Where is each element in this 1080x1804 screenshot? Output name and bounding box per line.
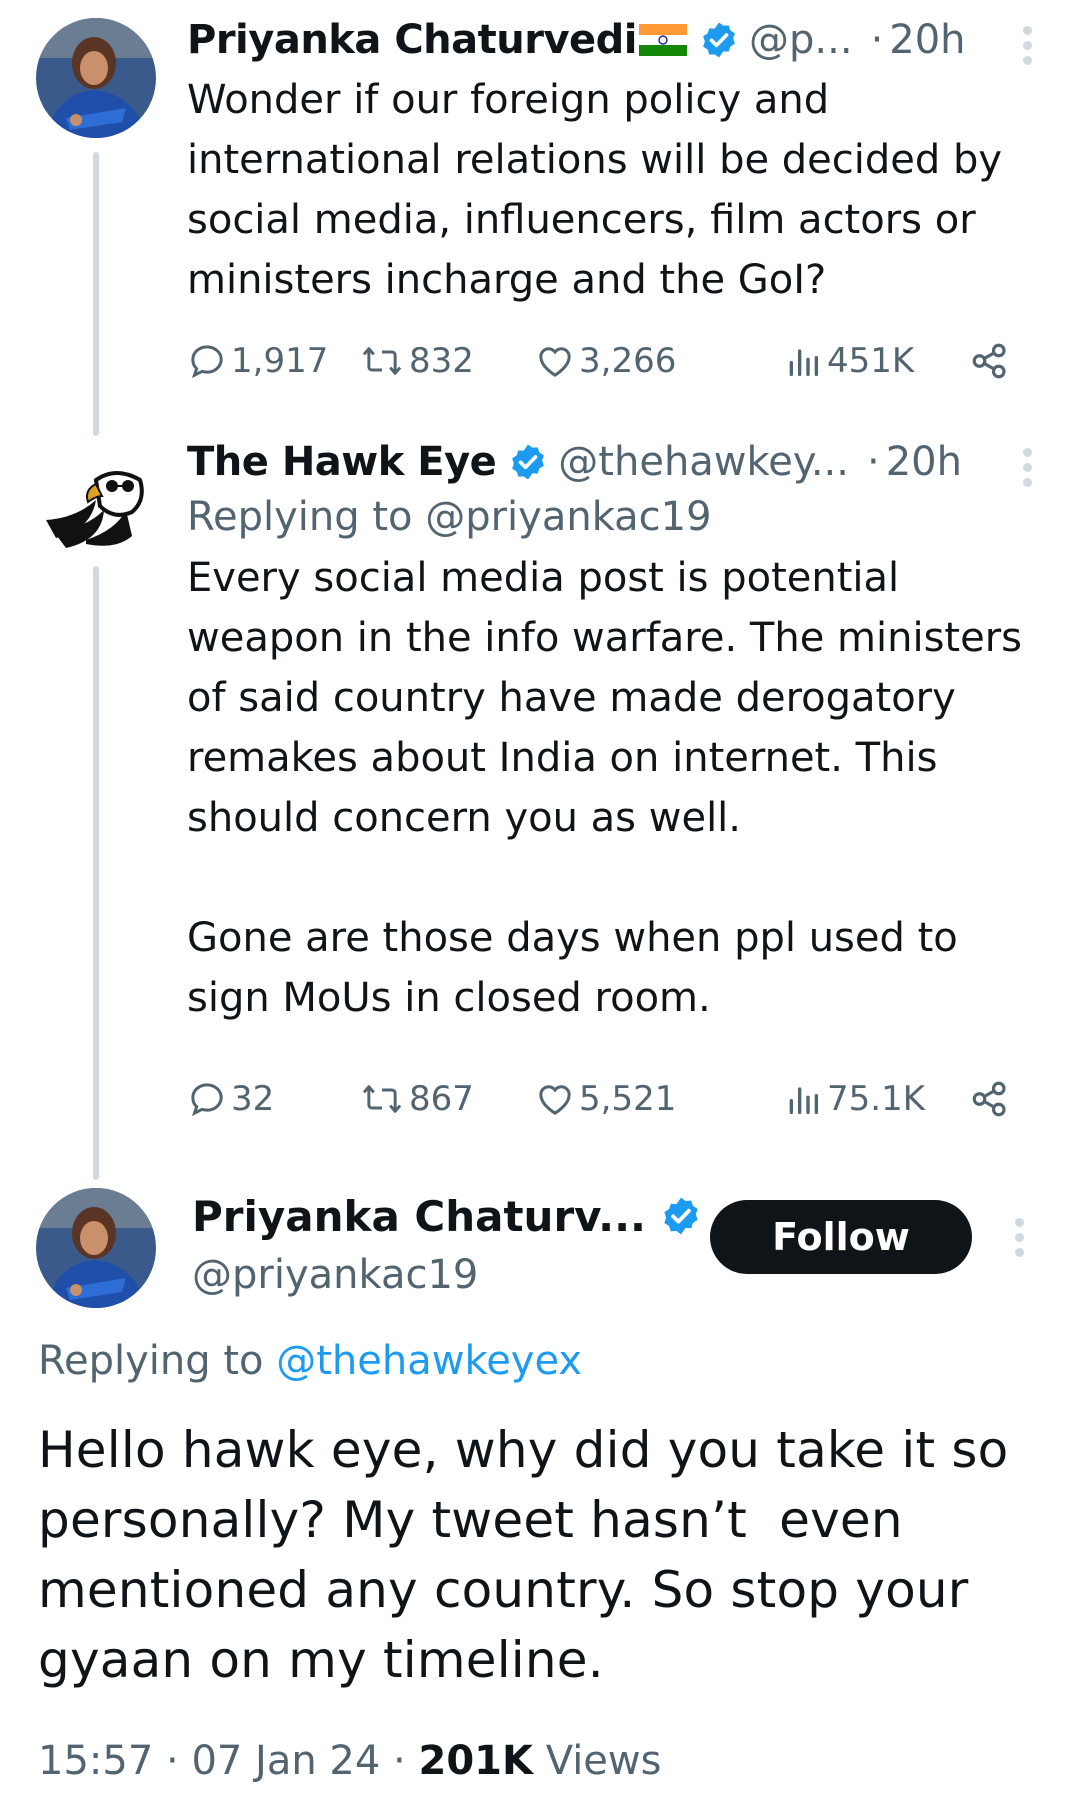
verified-badge-icon — [512, 444, 545, 480]
tweet-1-text: Wonder if our foreign policy and interna… — [187, 77, 1015, 303]
avatar-priyanka-image — [36, 1188, 156, 1308]
avatar-hawk-eye[interactable] — [36, 440, 156, 560]
tweet-1-header: Priyanka Chaturvedi @p... · 20h — [187, 12, 1040, 68]
more-options-icon[interactable] — [1020, 26, 1034, 66]
reply-count: 1,917 — [231, 341, 329, 381]
tweet-1-handle[interactable]: @p... — [749, 17, 853, 63]
tweet-2-author-name[interactable]: The Hawk Eye — [187, 439, 497, 485]
main-tweet-text: Hello hawk eye, why did you take it so p… — [38, 1421, 1025, 1689]
share-icon — [972, 1081, 1006, 1117]
main-replying-to: Replying to @thehawkeyex — [38, 1338, 582, 1384]
verified-badge-icon — [703, 22, 735, 58]
tweet-2[interactable]: The Hawk Eye @thehawkey... · 20h Replyin… — [187, 434, 1040, 1028]
follow-button[interactable]: Follow — [710, 1200, 972, 1274]
like-button[interactable]: 5,521 — [535, 1074, 676, 1124]
main-tweet-meta: 15:57 · 07 Jan 24 · 201K Views — [38, 1738, 661, 1784]
views-chart-icon — [789, 1087, 818, 1114]
reply-button[interactable]: 32 — [187, 1074, 274, 1124]
like-count: 3,266 — [579, 341, 677, 381]
share-icon — [972, 343, 1006, 379]
share-button[interactable] — [969, 1074, 1011, 1124]
tweet-1-timestamp[interactable]: 20h — [889, 17, 965, 63]
retweet-icon — [362, 347, 402, 375]
reply-button[interactable]: 1,917 — [187, 336, 328, 386]
tweet-2-replying-to[interactable]: Replying to @priyankac19 — [187, 494, 1040, 540]
tweet-2-actions: 32 867 5,521 75.1K — [187, 1074, 1017, 1124]
more-options-icon[interactable] — [1020, 448, 1034, 488]
like-button[interactable]: 3,266 — [535, 336, 676, 386]
heart-icon — [539, 1085, 571, 1115]
share-button[interactable] — [969, 336, 1011, 386]
replying-prefix: Replying to — [38, 1338, 264, 1384]
meta-sep-2: · — [393, 1738, 406, 1784]
tweet-1[interactable]: Priyanka Chaturvedi @p... · 20h Wonder i… — [187, 12, 1040, 310]
tweet-2-text: Every social media post is potential wea… — [187, 555, 1022, 1021]
retweet-button[interactable]: 832 — [359, 336, 474, 386]
reply-icon — [191, 345, 223, 379]
views-button[interactable]: 75.1K — [783, 1074, 925, 1124]
main-author-name[interactable]: Priyanka Chaturv... — [192, 1192, 646, 1241]
thread-view: Priyanka Chaturvedi @p... · 20h Wonder i… — [0, 0, 1080, 1804]
retweet-count: 867 — [409, 1079, 474, 1119]
views-count: 75.1K — [827, 1079, 925, 1119]
verified-badge-icon — [664, 1197, 698, 1235]
thread-line-1 — [93, 152, 99, 436]
views-chart-icon — [789, 349, 818, 376]
avatar-priyanka-main[interactable] — [36, 1188, 156, 1308]
main-tweet-date[interactable]: 07 Jan 24 — [191, 1738, 380, 1784]
tweet-1-author-name[interactable]: Priyanka Chaturvedi — [187, 17, 638, 63]
main-tweet-time[interactable]: 15:57 — [38, 1738, 153, 1784]
hawk-logo-icon — [46, 471, 144, 548]
tweet-2-header: The Hawk Eye @thehawkey... · 20h — [187, 434, 1040, 490]
tweet-2-dot: · — [866, 439, 880, 485]
tweet-1-dot: · — [870, 17, 884, 63]
avatar-priyanka-image — [36, 18, 156, 138]
retweet-count: 832 — [409, 341, 474, 381]
reply-icon — [191, 1083, 223, 1117]
meta-sep-1: · — [166, 1738, 179, 1784]
retweet-button[interactable]: 867 — [359, 1074, 474, 1124]
thread-line-2 — [93, 566, 99, 1180]
avatar-priyanka[interactable] — [36, 18, 156, 138]
main-views-label: Views — [545, 1738, 662, 1784]
main-views-count: 201K — [418, 1738, 533, 1784]
reply-count: 32 — [231, 1079, 275, 1119]
more-options-icon[interactable] — [1012, 1218, 1026, 1258]
tweet-2-timestamp[interactable]: 20h — [886, 439, 962, 485]
tweet-2-handle[interactable]: @thehawkey... — [558, 439, 849, 485]
retweet-icon — [362, 1085, 402, 1113]
india-flag-icon — [639, 24, 688, 56]
like-count: 5,521 — [579, 1079, 677, 1119]
replying-handle-link[interactable]: @thehawkeyex — [276, 1338, 582, 1384]
views-count: 451K — [827, 341, 915, 381]
views-button[interactable]: 451K — [783, 336, 914, 386]
heart-icon — [539, 347, 571, 377]
tweet-1-actions: 1,917 832 3,266 451K — [187, 336, 1017, 386]
